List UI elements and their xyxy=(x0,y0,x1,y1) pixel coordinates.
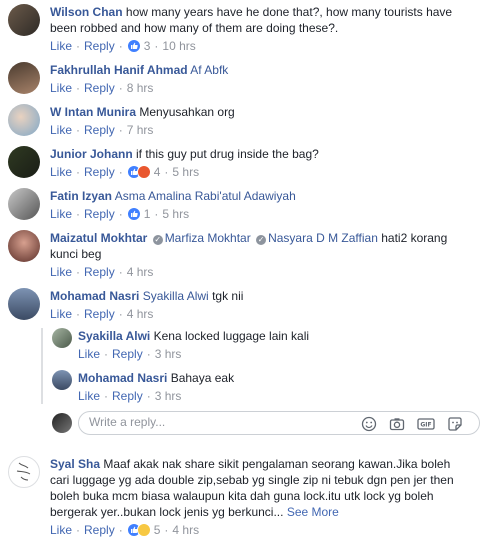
timestamp[interactable]: 3 hrs xyxy=(155,346,182,362)
like-reaction-icon xyxy=(126,207,141,221)
comment-text-line2: cari luggage yg ada double zip,sebab yg … xyxy=(50,473,454,487)
emoji-icon[interactable] xyxy=(361,416,377,432)
current-user-avatar xyxy=(52,413,72,433)
timestamp[interactable]: 4 hrs xyxy=(172,522,199,538)
avatar[interactable] xyxy=(52,370,72,390)
commenter-name[interactable]: Syakilla Alwi xyxy=(78,329,150,343)
comment-text: Menyusahkan org xyxy=(139,105,235,119)
avatar[interactable] xyxy=(8,188,40,220)
timestamp[interactable]: 3 hrs xyxy=(155,388,182,404)
reply-button[interactable]: Reply xyxy=(84,206,115,222)
like-button[interactable]: Like xyxy=(50,522,72,538)
timestamp[interactable]: 4 hrs xyxy=(127,306,154,322)
reply-button[interactable]: Reply xyxy=(112,388,143,404)
avatar[interactable] xyxy=(52,328,72,348)
comment-text: hati2 korang xyxy=(381,231,448,245)
comment-text: Kena locked luggage lain kali xyxy=(153,329,310,343)
commenter-name[interactable]: Junior Johann xyxy=(50,147,133,161)
like-button[interactable]: Like xyxy=(50,206,72,222)
reply-composer[interactable]: GIF xyxy=(78,411,480,435)
reply-button[interactable]: Reply xyxy=(84,122,115,138)
commenter-name[interactable]: Fakhrullah Hanif Ahmad xyxy=(50,63,188,77)
reactions[interactable] xyxy=(126,207,141,221)
reactions[interactable] xyxy=(126,165,151,179)
commenter-name[interactable]: Wilson Chan xyxy=(50,5,123,19)
avatar[interactable] xyxy=(8,146,40,178)
mentioned-user[interactable]: Nasyara D M Zaffian xyxy=(268,231,378,245)
timestamp[interactable]: 4 hrs xyxy=(127,264,154,280)
comment-text-line4: bergerak yer..bukan lock jenis yg berkun… xyxy=(50,505,284,519)
reaction-count[interactable]: 5 xyxy=(154,522,161,538)
see-more-link[interactable]: See More xyxy=(287,505,339,519)
comment-text-line3: boleh buka mcm biasa walaupun kita dah g… xyxy=(50,489,434,503)
avatar[interactable] xyxy=(8,288,40,320)
avatar[interactable] xyxy=(8,62,40,94)
reply-button[interactable]: Reply xyxy=(84,522,115,538)
avatar[interactable] xyxy=(8,4,40,36)
reactions[interactable] xyxy=(126,39,141,53)
avatar-drawing xyxy=(16,462,31,481)
commenter-name[interactable]: W Intan Munira xyxy=(50,105,136,119)
commenter-name[interactable]: Syal Sha xyxy=(50,457,100,471)
timestamp[interactable]: 5 hrs xyxy=(172,164,199,180)
like-reaction-icon xyxy=(126,39,141,53)
like-button[interactable]: Like xyxy=(78,388,100,404)
haha-reaction-icon xyxy=(136,523,151,537)
like-button[interactable]: Like xyxy=(50,80,72,96)
reply-thread-line xyxy=(41,328,43,404)
reply-button[interactable]: Reply xyxy=(84,164,115,180)
timestamp[interactable]: 7 hrs xyxy=(127,122,154,138)
camera-icon[interactable] xyxy=(389,416,405,432)
avatar[interactable] xyxy=(8,230,40,262)
like-button[interactable]: Like xyxy=(50,122,72,138)
like-button[interactable]: Like xyxy=(50,306,72,322)
reply-button[interactable]: Reply xyxy=(112,346,143,362)
reply-button[interactable]: Reply xyxy=(84,80,115,96)
timestamp[interactable]: 8 hrs xyxy=(127,80,154,96)
comment-text-line2: kunci beg xyxy=(50,247,102,261)
reaction-count[interactable]: 1 xyxy=(144,206,151,222)
like-button[interactable]: Like xyxy=(50,264,72,280)
like-button[interactable]: Like xyxy=(50,164,72,180)
avatar[interactable] xyxy=(8,104,40,136)
mentioned-user[interactable]: Af Abfk xyxy=(190,63,228,77)
commenter-name[interactable]: Mohamad Nasri xyxy=(78,371,167,385)
svg-text:GIF: GIF xyxy=(420,422,431,429)
verified-icon: ✓ xyxy=(256,235,267,245)
reactions[interactable] xyxy=(126,523,151,537)
comment-text: tgk nii xyxy=(212,289,244,303)
reply-input[interactable] xyxy=(89,415,339,429)
comment-text: if this guy put drug inside the bag? xyxy=(136,147,319,161)
gif-icon[interactable]: GIF xyxy=(417,416,435,432)
timestamp[interactable]: 5 hrs xyxy=(162,206,189,222)
commenter-name[interactable]: Maizatul Mokhtar xyxy=(50,231,147,245)
reaction-count[interactable]: 4 xyxy=(154,164,161,180)
sticker-icon[interactable] xyxy=(447,416,463,432)
comment-text: Maaf akak nak share sikit pengalaman seo… xyxy=(103,457,451,471)
reaction-count[interactable]: 3 xyxy=(144,38,151,54)
comment-text: Bahaya eak xyxy=(170,371,235,385)
commenter-name[interactable]: Mohamad Nasri xyxy=(50,289,139,303)
commenter-name[interactable]: Fatin Izyan xyxy=(50,189,112,203)
like-button[interactable]: Like xyxy=(78,346,100,362)
reply-button[interactable]: Reply xyxy=(84,306,115,322)
reply-button[interactable]: Reply xyxy=(84,38,115,54)
verified-icon: ✓ xyxy=(152,235,163,245)
like-button[interactable]: Like xyxy=(50,38,72,54)
avatar[interactable] xyxy=(8,456,40,488)
timestamp[interactable]: 10 hrs xyxy=(162,38,195,54)
reply-button[interactable]: Reply xyxy=(84,264,115,280)
mentioned-user[interactable]: Syakilla Alwi xyxy=(143,289,209,303)
mentioned-user[interactable]: Marfiza Mokhtar xyxy=(165,231,251,245)
mentioned-user[interactable]: Asma Amalina Rabi'atul Adawiyah xyxy=(115,189,296,203)
angry-reaction-icon xyxy=(136,165,151,179)
